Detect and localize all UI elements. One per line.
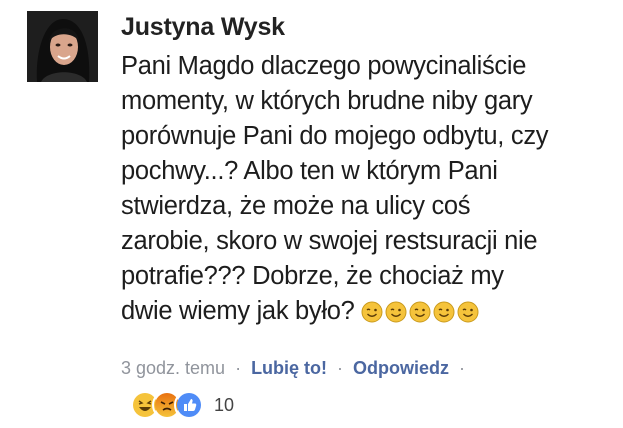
comment-line: stwierdza, że może na ulicy coś	[121, 192, 471, 220]
wink-emoji-icon	[361, 298, 383, 323]
author-name[interactable]: Justyna Wysk	[121, 12, 616, 42]
emoji-group	[361, 298, 479, 323]
comment-line: Pani Magdo dlaczego powycinaliście	[121, 52, 527, 80]
comment-line: zarobie, skoro w swojej restsuracji nie	[121, 227, 538, 255]
like-reaction-icon	[174, 390, 204, 420]
timestamp[interactable]: 3 godz. temu	[121, 358, 225, 378]
comment-line: pochwy...? Albo ten w którym Pani	[121, 157, 498, 185]
reply-button[interactable]: Odpowiedz	[353, 358, 449, 378]
separator-dot: ·	[459, 358, 466, 378]
comment-meta: 3 godz. temu · Lubię to! · Odpowiedz ·	[121, 358, 475, 379]
reactions-summary[interactable]: 10	[130, 390, 234, 420]
wink-emoji-icon	[457, 298, 479, 323]
author-avatar[interactable]	[27, 11, 98, 82]
comment-line: dwie wiemy jak było?	[121, 297, 355, 325]
comment-line: porównuje Pani do mojego odbytu, czy	[121, 122, 549, 150]
wink-emoji-icon	[385, 298, 407, 323]
wink-emoji-icon	[433, 298, 455, 323]
like-button[interactable]: Lubię to!	[251, 358, 327, 378]
comment-line: potrafie??? Dobrze, że chociaż my	[121, 262, 504, 290]
separator-dot: ·	[235, 358, 242, 378]
comment-text: Pani Magdo dlaczego powycinaliście momen…	[121, 49, 616, 329]
reaction-count[interactable]: 10	[214, 395, 234, 416]
comment-last-line: dwie wiemy jak było?	[121, 294, 616, 329]
wink-emoji-icon	[409, 298, 431, 323]
separator-dot: ·	[337, 358, 344, 378]
comment-line: momenty, w których brudne niby gary	[121, 87, 533, 115]
